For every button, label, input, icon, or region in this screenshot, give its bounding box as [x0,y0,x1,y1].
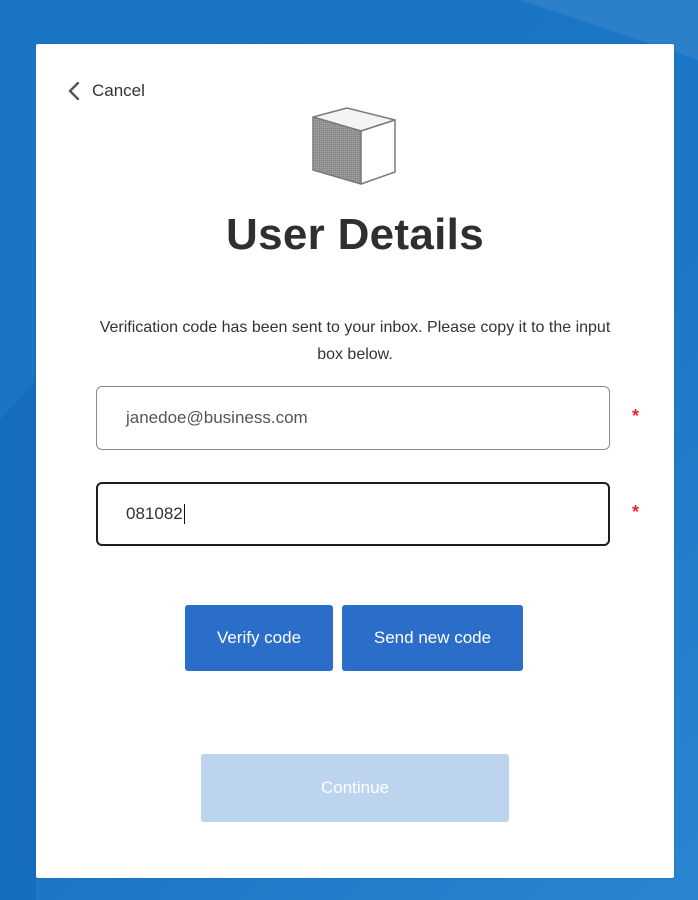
chevron-left-icon [66,81,82,101]
cube-icon [309,104,399,188]
verification-info-text: Verification code has been sent to your … [99,319,611,363]
verification-code-value: 081082 [126,504,183,523]
code-required-marker: * [632,502,640,522]
cancel-link[interactable]: Cancel [66,78,145,104]
text-cursor [183,504,185,524]
email-field[interactable]: janedoe@business.com [96,386,610,450]
continue-button[interactable]: Continue [201,754,509,822]
user-details-card: Cancel User Details Verification code ha… [36,44,674,878]
send-new-code-button[interactable]: Send new code [342,605,523,671]
email-field-value: janedoe@business.com [126,408,308,427]
page-title: User Details [226,210,484,259]
cancel-label: Cancel [92,81,145,100]
verify-code-button[interactable]: Verify code [185,605,333,671]
email-required-marker: * [632,406,640,426]
verification-code-field[interactable]: 081082 [96,482,610,546]
